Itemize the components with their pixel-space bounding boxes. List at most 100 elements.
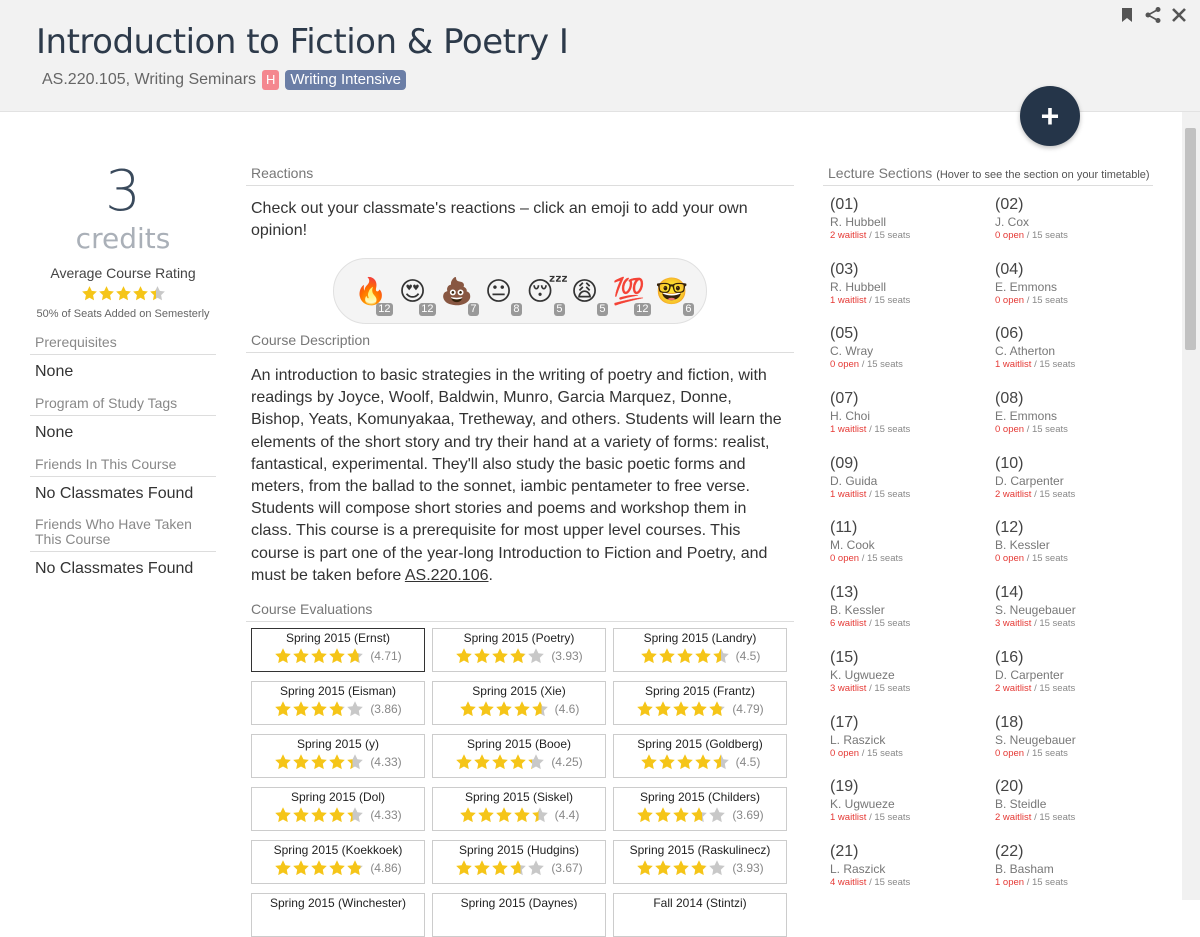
- lecture-section[interactable]: (10) D. Carpenter 2 waitlist / 15 seats: [995, 455, 1160, 520]
- evaluation-score: (4.33): [370, 808, 402, 823]
- poop-emoji[interactable]: 💩 7: [441, 276, 479, 316]
- close-icon[interactable]: [1170, 6, 1188, 24]
- bookmark-icon[interactable]: [1118, 6, 1136, 24]
- evaluation-card[interactable]: Spring 2015 (Eisman) (3.86): [251, 681, 425, 726]
- evaluation-card[interactable]: Spring 2015 (Siskel) (4.4): [432, 787, 606, 832]
- evaluation-term: Spring 2015 (Dol): [290, 790, 386, 805]
- average-rating-stars: [30, 285, 216, 302]
- section-instructor: L. Raszick: [830, 861, 886, 876]
- lecture-section[interactable]: (21) L. Raszick 4 waitlist / 15 seats: [830, 843, 995, 908]
- evaluation-card[interactable]: Spring 2015 (Hudgins) (3.67): [432, 840, 606, 885]
- evaluation-card[interactable]: Spring 2015 (y) (4.33): [251, 734, 425, 779]
- lecture-section[interactable]: (20) B. Steidle 2 waitlist / 15 seats: [995, 778, 1160, 843]
- section-instructor: R. Hubbell: [830, 215, 887, 229]
- evaluation-score: (4.5): [735, 755, 761, 770]
- sleeping-emoji[interactable]: 😴 5: [527, 276, 568, 316]
- section-instructor: C. Atherton: [995, 344, 1056, 359]
- star-icon: [709, 860, 726, 876]
- star-icon: [275, 648, 292, 664]
- star-icon: [492, 648, 509, 664]
- star-icon: [637, 860, 654, 876]
- lecture-section[interactable]: (14) S. Neugebauer 3 waitlist / 15 seats: [995, 584, 1160, 649]
- lecture-section[interactable]: (03) R. Hubbell 1 waitlist / 15 seats: [830, 261, 995, 326]
- star-icon: [347, 860, 364, 876]
- section-number: (07): [830, 390, 859, 408]
- star-rating: [455, 753, 545, 771]
- star-rating: [274, 859, 364, 877]
- section-seats: 6 waitlist / 15 seats: [830, 618, 995, 630]
- evaluation-card[interactable]: Spring 2015 (Raskulinecz) (3.93): [613, 840, 787, 885]
- section-number: (02): [995, 196, 1024, 213]
- lecture-section[interactable]: (02) J. Cox 0 open / 15 seats: [995, 196, 1160, 261]
- lecture-section[interactable]: (22) B. Basham 1 open / 15 seats: [995, 843, 1160, 908]
- section-seats: 3 waitlist / 15 seats: [995, 618, 1160, 630]
- evaluation-term: Spring 2015 (Daynes): [460, 896, 578, 911]
- lecture-section[interactable]: (04) E. Emmons 0 open / 15 seats: [995, 261, 1160, 326]
- section-instructor: E. Emmons: [995, 279, 1058, 294]
- evaluation-score: (3.93): [551, 649, 583, 664]
- hundred-emoji[interactable]: 💯 12: [613, 276, 651, 316]
- evaluation-card[interactable]: Spring 2015 (Ernst) (4.71): [251, 628, 425, 673]
- evaluation-card[interactable]: Spring 2015 (Goldberg) (4.5): [613, 734, 787, 779]
- section-instructor: K. Ugwueze: [830, 797, 895, 812]
- lecture-section[interactable]: (05) C. Wray 0 open / 15 seats: [830, 325, 995, 390]
- fire-emoji[interactable]: 🔥 12: [355, 276, 393, 316]
- scrollbar-thumb[interactable]: [1185, 128, 1196, 350]
- star-rating: [636, 859, 726, 877]
- star-icon: [311, 701, 328, 717]
- lecture-section[interactable]: (07) H. Choi 1 waitlist / 15 seats: [830, 390, 995, 455]
- star-icon: [347, 754, 364, 770]
- section-number: (09): [830, 454, 859, 472]
- nerd-emoji[interactable]: 🤓 6: [656, 276, 694, 316]
- evaluation-card[interactable]: Spring 2015 (Childers) (3.69): [613, 787, 787, 832]
- lecture-section[interactable]: (17) L. Raszick 0 open / 15 seats: [830, 714, 995, 779]
- section-availability: 1 waitlist: [830, 488, 867, 500]
- lecture-section[interactable]: (18) S. Neugebauer 0 open / 15 seats: [995, 714, 1160, 779]
- star-icon: [311, 648, 328, 664]
- star-icon: [655, 807, 672, 823]
- prereq-course-link[interactable]: AS.220.106: [405, 567, 489, 584]
- lecture-section[interactable]: (16) D. Carpenter 2 waitlist / 15 seats: [995, 649, 1160, 714]
- lecture-section[interactable]: (13) B. Kessler 6 waitlist / 15 seats: [830, 584, 995, 649]
- section-capacity: / 15 seats: [866, 488, 911, 500]
- seats-added-note: 50% of Seats Added on Semesterly: [36, 308, 210, 320]
- lecture-section[interactable]: (06) C. Atherton 1 waitlist / 15 seats: [995, 325, 1160, 390]
- lecture-section[interactable]: (01) R. Hubbell 2 waitlist / 15 seats: [830, 196, 995, 261]
- evaluation-card[interactable]: Spring 2015 (Landry) (4.5): [613, 628, 787, 673]
- section-capacity: / 15 seats: [1031, 488, 1076, 500]
- star-icon: [293, 754, 310, 770]
- evaluation-term: Fall 2014 (Stintzi): [653, 896, 747, 911]
- section-capacity: / 15 seats: [866, 812, 911, 824]
- evaluation-card[interactable]: Spring 2015 (Poetry) (3.93): [432, 628, 606, 673]
- star-icon: [531, 701, 548, 717]
- section-number: (04): [995, 260, 1024, 278]
- scrollbar[interactable]: [1182, 112, 1200, 900]
- star-rating: [455, 647, 545, 665]
- evaluation-card[interactable]: Spring 2015 (Koekkoek) (4.86): [251, 840, 425, 885]
- weary-emoji[interactable]: 😩 5: [570, 276, 608, 316]
- neutral-face-emoji[interactable]: 😐 8: [484, 276, 522, 316]
- star-icon: [510, 860, 527, 876]
- emoji-count: 7: [468, 303, 479, 316]
- evaluation-card[interactable]: Spring 2015 (Xie) (4.6): [432, 681, 606, 726]
- lecture-section[interactable]: (09) D. Guida 1 waitlist / 15 seats: [830, 455, 995, 520]
- section-capacity: / 15 seats: [1031, 812, 1076, 824]
- lecture-section[interactable]: (19) K. Ugwueze 1 waitlist / 15 seats: [830, 778, 995, 843]
- section-availability: 0 open: [995, 424, 1025, 436]
- lecture-section[interactable]: (08) E. Emmons 0 open / 15 seats: [995, 390, 1160, 455]
- course-description: An introduction to basic strategies in t…: [246, 353, 794, 587]
- evaluation-card[interactable]: Spring 2015 (Booe) (4.25): [432, 734, 606, 779]
- section-number: (16): [995, 648, 1024, 666]
- evaluation-card[interactable]: Spring 2015 (Dol) (4.33): [251, 787, 425, 832]
- add-course-button[interactable]: +: [1020, 86, 1080, 146]
- section-availability: 0 open: [995, 553, 1025, 565]
- star-icon: [115, 286, 131, 301]
- lecture-section[interactable]: (15) K. Ugwueze 3 waitlist / 15 seats: [830, 649, 995, 714]
- lecture-section[interactable]: (12) B. Kessler 0 open / 15 seats: [995, 519, 1160, 584]
- share-icon[interactable]: [1144, 6, 1162, 24]
- section-availability: 2 waitlist: [995, 488, 1032, 500]
- credits-label: credits: [75, 222, 171, 255]
- evaluation-card[interactable]: Spring 2015 (Frantz) (4.79): [613, 681, 787, 726]
- heart-eyes-emoji[interactable]: 😍 12: [398, 276, 436, 316]
- lecture-section[interactable]: (11) M. Cook 0 open / 15 seats: [830, 519, 995, 584]
